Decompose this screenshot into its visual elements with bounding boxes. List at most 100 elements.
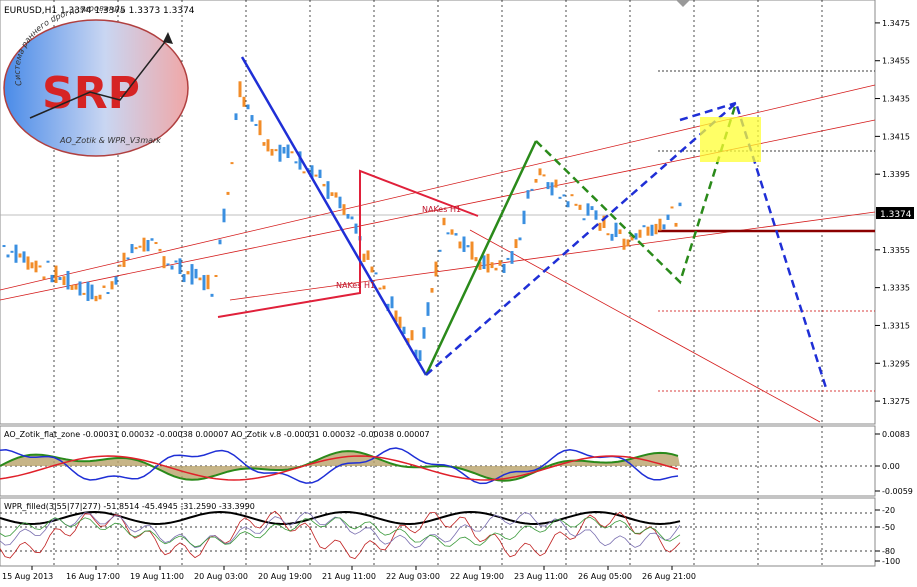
price-bar bbox=[114, 276, 118, 285]
price-bar bbox=[198, 277, 202, 281]
price-bar bbox=[50, 274, 54, 283]
price-bar bbox=[430, 288, 434, 293]
price-bar bbox=[442, 217, 446, 226]
time-tick-label: 20 Aug 19:00 bbox=[258, 572, 312, 581]
price-bar bbox=[46, 260, 50, 263]
price-bar bbox=[354, 223, 358, 234]
price-bar bbox=[290, 151, 294, 154]
price-tick-label: 1.3455 bbox=[882, 57, 910, 66]
chart-canvas[interactable]: NAKes H1NAKes H1 1.3374 EURUSD,H1 1.3374… bbox=[0, 0, 917, 583]
wpr-tick-label: -20 bbox=[882, 506, 895, 515]
price-bar bbox=[326, 181, 330, 199]
price-bar bbox=[422, 327, 426, 339]
wpr-tick-label: -80 bbox=[882, 547, 895, 556]
price-bar bbox=[118, 264, 122, 267]
price-bar bbox=[586, 203, 590, 216]
price-bar bbox=[562, 194, 566, 197]
price-bar bbox=[174, 260, 178, 263]
price-bar bbox=[66, 270, 70, 290]
price-bar bbox=[598, 222, 602, 231]
price-bar bbox=[218, 239, 222, 245]
price-bar bbox=[374, 272, 378, 275]
price-bar bbox=[650, 224, 654, 236]
price-bar bbox=[382, 285, 386, 290]
price-bar bbox=[550, 182, 554, 196]
price-bar bbox=[522, 210, 526, 225]
price-bar bbox=[146, 239, 150, 252]
price-bar bbox=[494, 267, 498, 271]
price-bar bbox=[162, 256, 166, 269]
price-bar bbox=[210, 293, 214, 297]
price-bar bbox=[314, 174, 318, 177]
price-bar bbox=[138, 245, 142, 248]
price-bar bbox=[126, 257, 130, 260]
price-bar bbox=[166, 263, 170, 266]
price-bar bbox=[542, 174, 546, 177]
price-bar bbox=[342, 204, 346, 215]
target-zone-box bbox=[700, 117, 761, 162]
price-bar bbox=[670, 206, 674, 209]
price-bar bbox=[438, 249, 442, 252]
price-bar bbox=[134, 247, 138, 250]
price-bar bbox=[58, 277, 62, 281]
price-bar bbox=[434, 261, 438, 277]
price-bar bbox=[74, 284, 78, 290]
price-bar bbox=[86, 281, 90, 301]
time-tick-label: 26 Aug 05:00 bbox=[578, 572, 632, 581]
price-bar bbox=[570, 194, 574, 197]
price-bar bbox=[502, 263, 506, 273]
price-bar bbox=[34, 260, 38, 273]
price-bar bbox=[18, 253, 22, 258]
wpr-tick-label: -50 bbox=[882, 523, 895, 532]
price-tick-label: 1.3335 bbox=[882, 284, 910, 293]
price-bar bbox=[426, 302, 430, 316]
time-tick-label: 20 Aug 03:00 bbox=[194, 572, 248, 581]
price-bar bbox=[186, 271, 190, 275]
time-tick-label: 16 Aug 17:00 bbox=[66, 572, 120, 581]
wpr-tick-label: -100 bbox=[882, 557, 900, 566]
ao-panel-title: AO_Zotik_flat_zone -0.00031 0.00032 -0.0… bbox=[4, 430, 430, 439]
price-bar bbox=[170, 265, 174, 270]
price-bar bbox=[70, 285, 74, 290]
price-bar bbox=[378, 287, 382, 290]
price-bar bbox=[534, 179, 538, 183]
price-bar bbox=[594, 210, 598, 220]
price-bar bbox=[558, 196, 562, 199]
price-bar bbox=[258, 120, 262, 136]
price-bar bbox=[450, 229, 454, 235]
price-bar bbox=[202, 275, 206, 291]
price-tick-label: 1.3475 bbox=[882, 19, 910, 28]
price-bar bbox=[266, 139, 270, 152]
price-bar bbox=[286, 144, 290, 159]
price-bar bbox=[362, 253, 366, 262]
time-tick-label: 19 Aug 11:00 bbox=[130, 572, 184, 581]
price-bar bbox=[318, 169, 322, 179]
price-bar bbox=[338, 196, 342, 209]
price-bar bbox=[486, 253, 490, 273]
mt4-chart-window[interactable]: NAKes H1 NAKes H1 1.3374 EURUSD,H1 1.3374… bbox=[0, 0, 917, 583]
price-bar bbox=[510, 251, 514, 264]
price-bar bbox=[614, 222, 618, 238]
nakes-label-upper: NAKes H1 bbox=[422, 205, 461, 214]
time-tick-label: 22 Aug 03:00 bbox=[386, 572, 440, 581]
price-bar bbox=[618, 229, 622, 234]
price-bar bbox=[262, 142, 266, 146]
price-bar bbox=[6, 254, 10, 258]
price-bar bbox=[150, 238, 154, 241]
price-bar bbox=[654, 223, 658, 235]
price-bar bbox=[474, 257, 478, 262]
price-bar bbox=[582, 218, 586, 221]
price-bar bbox=[54, 265, 58, 283]
price-bar bbox=[62, 276, 66, 286]
price-tick-label: 1.3415 bbox=[882, 132, 910, 141]
price-bar bbox=[270, 148, 274, 156]
price-bar bbox=[526, 190, 530, 199]
price-bar bbox=[254, 123, 258, 126]
price-tick-label: 1.3355 bbox=[882, 246, 910, 255]
price-bar bbox=[234, 113, 238, 121]
price-bar bbox=[642, 225, 646, 228]
price-bar bbox=[466, 245, 470, 248]
price-bar bbox=[390, 296, 394, 309]
price-bar bbox=[350, 216, 354, 220]
price-bar bbox=[530, 188, 534, 191]
